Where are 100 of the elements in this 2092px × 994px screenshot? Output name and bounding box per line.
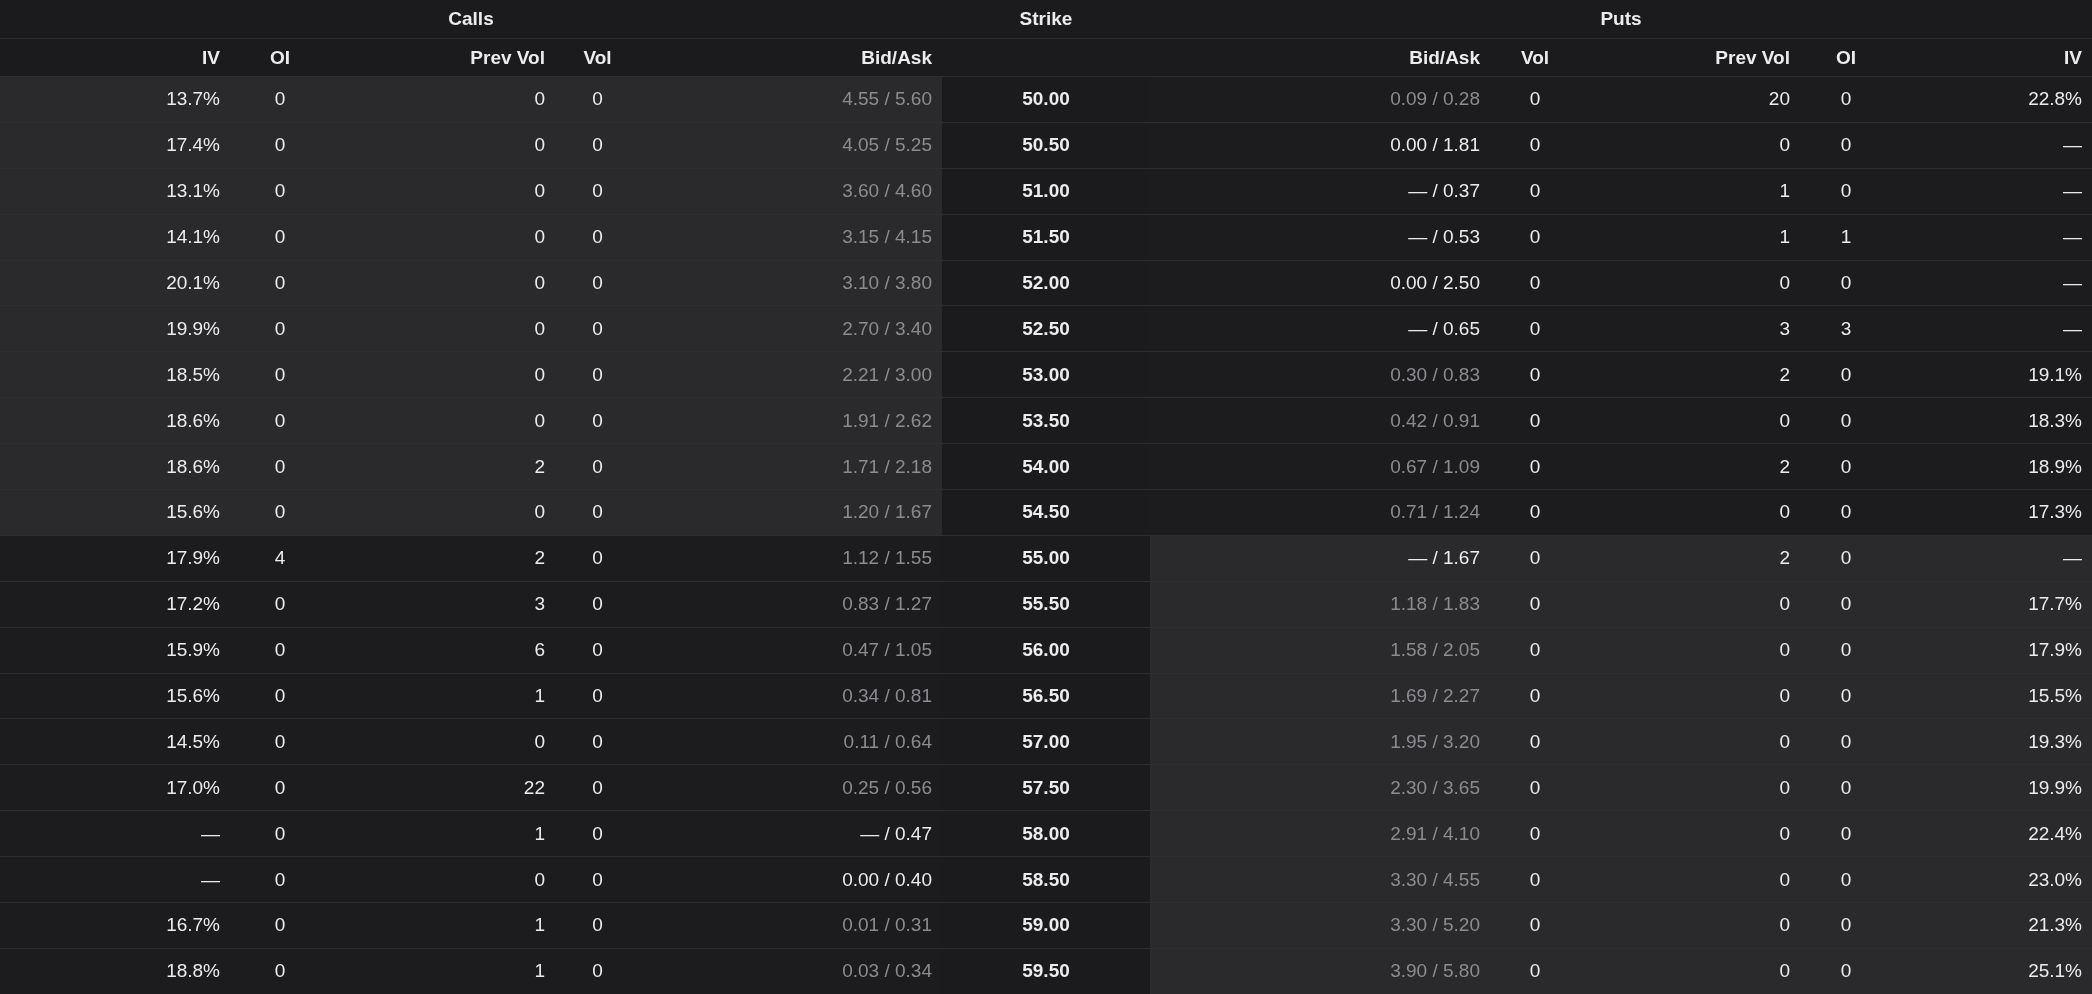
volume-cell-text: 0 bbox=[591, 271, 604, 295]
strike-cell-text: 55.50 bbox=[1021, 592, 1071, 617]
volume-cell-text: 0 bbox=[1528, 133, 1542, 158]
bid-ask-cell-text: 0.47 / 1.05 bbox=[841, 638, 933, 663]
iv-cell-text: 18.5% bbox=[165, 362, 221, 387]
open-interest-cell-text: 0 bbox=[273, 638, 287, 663]
open-interest-cell-text: 0 bbox=[1839, 913, 1853, 938]
strike-cell-text: 53.00 bbox=[1021, 362, 1071, 387]
iv-cell-text: 19.9% bbox=[2027, 775, 2083, 800]
bid-ask-cell-text: 1.91 / 2.62 bbox=[841, 408, 933, 433]
iv-cell-text: 17.3% bbox=[2027, 500, 2083, 525]
prev-volume-cell-text: 1 bbox=[533, 821, 546, 846]
open-interest-cell-text: 0 bbox=[1839, 684, 1853, 708]
strike-cell-text: 51.50 bbox=[1021, 225, 1071, 250]
open-interest-cell-text: 0 bbox=[273, 592, 287, 617]
prev-volume-cell-text: 1 bbox=[533, 684, 546, 708]
prev-volume-cell-text: 0 bbox=[1778, 684, 1791, 708]
open-interest-cell-text: 0 bbox=[273, 454, 287, 479]
prev-volume-cell-text: 1 bbox=[1778, 179, 1791, 204]
volume-cell-text: 0 bbox=[1528, 362, 1542, 387]
volume-cell-text: 0 bbox=[591, 500, 604, 525]
iv-cell-text: 18.6% bbox=[165, 408, 221, 433]
strike-cell-text: 52.00 bbox=[1021, 271, 1071, 295]
strike-cell-text: 53.50 bbox=[1021, 408, 1071, 433]
iv-cell-text: 16.7% bbox=[165, 913, 221, 938]
iv-cell-text: 17.9% bbox=[165, 546, 221, 571]
open-interest-cell-text: 0 bbox=[1839, 271, 1853, 295]
iv-cell-text: 25.1% bbox=[2027, 959, 2083, 984]
iv-cell-text: — bbox=[2062, 179, 2083, 204]
strike-cell-text: 54.50 bbox=[1021, 500, 1071, 525]
open-interest-cell-text: 0 bbox=[1839, 179, 1853, 204]
open-interest-cell-text: 0 bbox=[1839, 729, 1853, 754]
prev-volume-cell-text: 3 bbox=[533, 592, 546, 617]
volume-cell-text: 0 bbox=[1528, 638, 1542, 663]
strike-cell-text: 51.00 bbox=[1021, 179, 1071, 204]
open-interest-cell-text: 0 bbox=[1839, 638, 1853, 663]
volume-cell-text: 0 bbox=[1528, 500, 1542, 525]
prev-volume-cell-text: 0 bbox=[1778, 271, 1791, 295]
open-interest-cell-text: 0 bbox=[273, 87, 287, 112]
volume-cell-text: 0 bbox=[591, 454, 604, 479]
column-header: Vol bbox=[582, 45, 613, 70]
prev-volume-cell-text: 0 bbox=[1778, 729, 1791, 754]
prev-volume-cell-text: 1 bbox=[1778, 225, 1791, 250]
bid-ask-cell-text: 3.10 / 3.80 bbox=[841, 271, 933, 295]
bid-ask-cell-text: 0.00 / 2.50 bbox=[1389, 271, 1481, 295]
volume-cell-text: 0 bbox=[1528, 913, 1542, 938]
prev-volume-cell-text: 0 bbox=[1778, 959, 1791, 984]
strike-cell-text: 52.50 bbox=[1021, 316, 1071, 341]
bid-ask-cell-text: 0.01 / 0.31 bbox=[841, 913, 933, 938]
open-interest-cell-text: 0 bbox=[273, 913, 287, 938]
iv-cell-text: 18.8% bbox=[165, 959, 221, 984]
column-header: Bid/Ask bbox=[1408, 45, 1481, 70]
volume-cell-text: 0 bbox=[1528, 87, 1542, 112]
volume-cell-text: 0 bbox=[1528, 684, 1542, 708]
open-interest-cell-text: 0 bbox=[1839, 87, 1853, 112]
open-interest-cell-text: 0 bbox=[273, 271, 287, 295]
prev-volume-cell-text: 0 bbox=[1778, 913, 1791, 938]
prev-volume-cell-text: 0 bbox=[533, 133, 546, 158]
volume-cell-text: 0 bbox=[591, 225, 604, 250]
volume-cell-text: 0 bbox=[591, 684, 604, 708]
bid-ask-cell-text: 0.83 / 1.27 bbox=[841, 592, 933, 617]
prev-volume-cell-text: 2 bbox=[1778, 546, 1791, 571]
prev-volume-cell-text: 0 bbox=[1778, 500, 1791, 525]
prev-volume-cell-text: 0 bbox=[1778, 867, 1791, 892]
volume-cell-text: 0 bbox=[591, 959, 604, 984]
prev-volume-cell-text: 1 bbox=[533, 913, 546, 938]
bid-ask-cell-text: 4.55 / 5.60 bbox=[841, 87, 933, 112]
volume-cell-text: 0 bbox=[1528, 729, 1542, 754]
open-interest-cell-text: 0 bbox=[273, 179, 287, 204]
strike-cell-text: 57.50 bbox=[1021, 775, 1071, 800]
prev-volume-cell-text: 0 bbox=[533, 408, 546, 433]
bid-ask-cell-text: 3.60 / 4.60 bbox=[841, 179, 933, 204]
prev-volume-cell-text: 3 bbox=[1778, 316, 1791, 341]
prev-volume-cell-text: 6 bbox=[533, 638, 546, 663]
prev-volume-cell-text: 0 bbox=[533, 867, 546, 892]
prev-volume-cell-text: 0 bbox=[533, 500, 546, 525]
bid-ask-cell-text: 3.15 / 4.15 bbox=[841, 225, 933, 250]
open-interest-cell-text: 3 bbox=[1839, 316, 1853, 341]
prev-volume-cell-text: 0 bbox=[533, 362, 546, 387]
volume-cell-text: 0 bbox=[1528, 867, 1542, 892]
iv-cell-text: 19.9% bbox=[165, 316, 221, 341]
open-interest-cell-text: 0 bbox=[1839, 408, 1853, 433]
bid-ask-cell-text: — / 0.65 bbox=[1407, 316, 1481, 341]
volume-cell-text: 0 bbox=[1528, 592, 1542, 617]
volume-cell-text: 0 bbox=[591, 546, 604, 571]
column-header: OI bbox=[1834, 45, 1858, 70]
open-interest-cell-text: 4 bbox=[273, 546, 287, 571]
iv-cell-text: 23.0% bbox=[2027, 867, 2083, 892]
strike-cell-text: 58.00 bbox=[1021, 821, 1071, 846]
bid-ask-cell-text: 0.34 / 0.81 bbox=[841, 684, 933, 708]
volume-cell-text: 0 bbox=[591, 638, 604, 663]
volume-cell-text: 0 bbox=[1528, 959, 1542, 984]
strike-header: Strike bbox=[1018, 7, 1074, 31]
strike-cell-text: 56.00 bbox=[1021, 638, 1071, 663]
volume-cell-text: 0 bbox=[591, 867, 604, 892]
prev-volume-cell-text: 0 bbox=[533, 179, 546, 204]
bid-ask-cell-text: — / 1.67 bbox=[1407, 546, 1481, 571]
prev-volume-cell-text: 20 bbox=[1767, 87, 1791, 112]
bid-ask-cell-text: 0.42 / 0.91 bbox=[1389, 408, 1481, 433]
strike-cell-text: 55.00 bbox=[1021, 546, 1071, 571]
